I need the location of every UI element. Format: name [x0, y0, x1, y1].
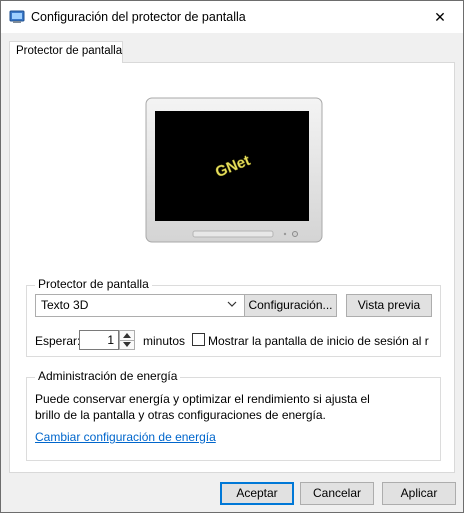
ok-button[interactable]: Aceptar: [220, 482, 294, 505]
monitor-preview: GNet: [145, 97, 323, 243]
wait-minutes-stepper[interactable]: [119, 330, 135, 350]
tab-label: Protector de pantalla: [16, 45, 123, 57]
close-icon: ✕: [434, 8, 446, 25]
chevron-down-small-icon: [123, 342, 131, 347]
power-description-line2: brillo de la pantalla y otras configurac…: [35, 408, 326, 422]
power-group-label: Administración de energía: [35, 369, 181, 383]
screensaver-select-value: Texto 3D: [41, 298, 89, 312]
chevron-down-icon: [227, 301, 237, 307]
change-power-settings-link[interactable]: Cambiar configuración de energía: [35, 430, 216, 444]
title-bar[interactable]: Configuración del protector de pantalla …: [1, 1, 463, 33]
tab-screensaver[interactable]: Protector de pantalla: [9, 41, 123, 63]
display-settings-icon: [9, 10, 25, 23]
wait-minutes-input[interactable]: 1: [79, 330, 119, 350]
screensaver-settings-window: Configuración del protector de pantalla …: [0, 0, 464, 513]
power-description: Puede conservar energía y optimizar el r…: [35, 391, 375, 423]
logon-screen-checkbox[interactable]: [192, 333, 205, 346]
chevron-up-icon: [123, 333, 131, 338]
logon-screen-checkbox-label[interactable]: Mostrar la pantalla de inicio de sesión …: [208, 334, 429, 348]
minutes-label: minutos: [143, 334, 186, 348]
apply-button[interactable]: Aplicar: [382, 482, 456, 505]
wait-label: Esperar:: [35, 334, 81, 348]
screensaver-group-label: Protector de pantalla: [35, 277, 152, 291]
window-title: Configuración del protector de pantalla: [31, 10, 246, 24]
power-led-icon: [292, 231, 298, 237]
power-description-line1: Puede conservar energía y optimizar el r…: [35, 392, 370, 406]
screensaver-select[interactable]: Texto 3D: [35, 294, 245, 317]
preview-button[interactable]: Vista previa: [346, 294, 432, 317]
spin-down-button[interactable]: [120, 340, 134, 349]
settings-button[interactable]: Configuración...: [244, 294, 337, 317]
close-button[interactable]: ✕: [417, 1, 463, 33]
cancel-button[interactable]: Cancelar: [300, 482, 374, 505]
